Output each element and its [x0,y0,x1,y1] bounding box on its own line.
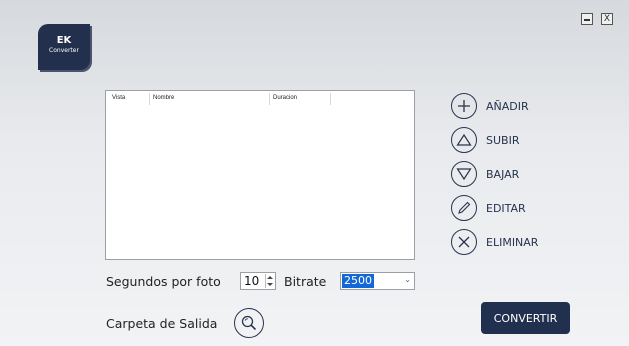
logo-subtitle: Converter [49,47,79,54]
column-divider [330,93,331,105]
stepper-up-icon[interactable] [267,276,273,279]
seconds-value: 10 [244,274,260,288]
bitrate-label: Bitrate [284,274,327,289]
triangle-up-icon [451,127,477,153]
output-folder-label: Carpeta de Salida [106,316,218,331]
search-icon [241,315,257,331]
browse-folder-button[interactable] [234,308,264,338]
plus-icon [451,93,477,119]
column-divider [269,93,270,105]
pencil-icon [451,195,477,221]
close-button[interactable]: X [601,13,613,25]
move-down-button[interactable]: BAJAR [451,160,519,188]
logo-title: EK [56,35,72,46]
edit-button[interactable]: EDITAR [451,194,526,222]
add-button[interactable]: AÑADIR [451,92,529,120]
column-divider [149,93,150,105]
stepper-arrows[interactable] [265,274,274,288]
column-header-vista[interactable]: Vista [112,95,125,101]
edit-label: EDITAR [486,201,526,215]
chevron-down-icon: ⌄ [404,275,411,284]
app-logo: EK Converter [38,24,90,70]
triangle-down-icon [451,161,477,187]
seconds-label: Segundos por foto [106,274,221,289]
move-up-button[interactable]: SUBIR [451,126,519,154]
seconds-stepper[interactable]: 10 [240,272,276,290]
move-up-label: SUBIR [486,133,520,147]
stepper-down-icon[interactable] [267,283,273,286]
photo-list[interactable]: Vista Nombre Duracion [105,90,415,260]
delete-label: ELIMINAR [486,235,539,249]
delete-button[interactable]: ELIMINAR [451,228,538,256]
add-label: AÑADIR [486,99,529,113]
bitrate-value: 2500 [342,274,374,288]
column-header-duracion[interactable]: Duracion [273,95,297,101]
convert-button[interactable]: CONVERTIR [481,302,570,334]
move-down-label: BAJAR [486,167,520,181]
minimize-button[interactable] [581,13,593,25]
x-icon [451,229,477,255]
bitrate-select[interactable]: 2500 ⌄ [340,272,415,290]
column-header-nombre[interactable]: Nombre [153,95,174,101]
